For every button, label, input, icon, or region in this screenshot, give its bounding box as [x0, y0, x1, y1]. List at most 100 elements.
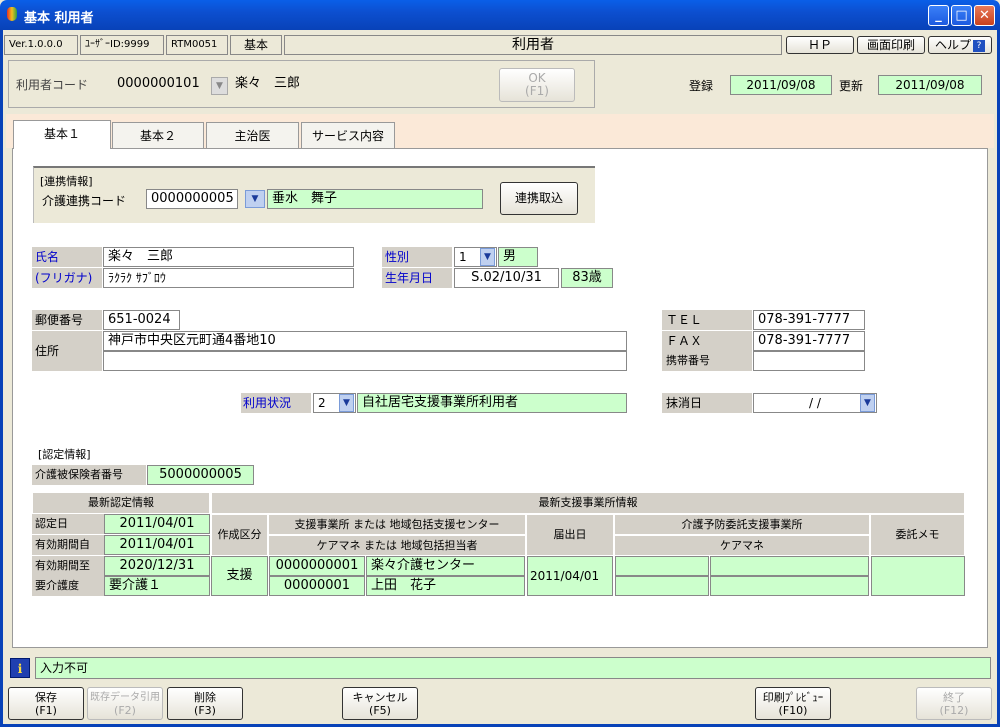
user-code-field[interactable]: 0000000101 — [113, 75, 209, 95]
user-name-field: 楽々 三郎 — [231, 75, 479, 95]
memo-label: 委託メモ — [870, 514, 965, 556]
valid-from: 2011/04/01 — [104, 535, 210, 555]
age-field: 83歳 — [561, 268, 613, 288]
print-preview-button[interactable]: 印刷ﾌﾟﾚﾋﾞｭｰ (F10) — [755, 687, 831, 720]
help-button[interactable]: ヘルプ? — [928, 36, 992, 54]
delete-button-label: 削除 — [194, 691, 216, 704]
birth-label: 生年月日 — [382, 268, 452, 288]
ok-button[interactable]: OK (F1) — [499, 68, 575, 102]
save-button-key: (F1) — [35, 704, 57, 717]
hp-button[interactable]: ＨＰ — [786, 36, 854, 54]
tel-field[interactable]: 078-391-7777 — [753, 310, 865, 330]
renkei-dropdown-icon[interactable]: ▼ — [245, 190, 265, 208]
yobo-office-code — [615, 556, 709, 576]
addr1-field[interactable]: 神戸市中央区元町通4番地10 — [103, 331, 627, 351]
save-button[interactable]: 保存 (F1) — [8, 687, 84, 720]
ok-key: (F1) — [525, 84, 549, 98]
renkei-group: [連携情報] 介護連携コード 0000000005 ▼ 垂水 舞子 連携取込 — [33, 166, 595, 223]
memo-value — [871, 556, 965, 596]
exit-button-key: (F12) — [939, 704, 969, 717]
office-code: 0000000001 — [269, 556, 365, 576]
renkei-import-button[interactable]: 連携取込 — [500, 182, 578, 215]
delete-button[interactable]: 削除 (F3) — [167, 687, 243, 720]
save-button-label: 保存 — [35, 691, 57, 704]
header-panel: 利用者コード 0000000101 ▼ 楽々 三郎 OK (F1) — [8, 60, 595, 108]
valid-to-label: 有効期間至 — [32, 556, 104, 576]
delete-date-dropdown-icon: ▼ — [860, 394, 875, 412]
info-icon: i — [10, 658, 30, 678]
kana-field[interactable]: ﾗｸﾗｸ ｻﾌﾞﾛｳ — [103, 268, 354, 288]
delete-date-label: 抹消日 — [662, 393, 752, 413]
care-level-label: 要介護度 — [32, 576, 104, 596]
zip-field[interactable]: 651-0024 — [103, 310, 180, 330]
info-bar: Ver.1.0.0.0 ﾕｰｻﾞｰID:9999 RTM0051 基本 利用者 … — [4, 33, 996, 57]
yobo-office-label: 介護予防委託支援事業所 — [614, 514, 870, 535]
renkei-code-label: 介護連携コード — [42, 194, 127, 208]
print-preview-button-key: (F10) — [778, 704, 808, 717]
status-select[interactable]: 2 ▼ — [313, 393, 356, 413]
addr2-field[interactable] — [103, 351, 627, 371]
sex-dropdown-icon: ▼ — [480, 248, 495, 266]
cancel-button[interactable]: キャンセル (F5) — [342, 687, 418, 720]
mobile-label: 携帯番号 — [662, 351, 752, 371]
filed-date: 2011/04/01 — [527, 556, 613, 596]
cancel-button-label: キャンセル — [352, 691, 408, 704]
help-icon: ? — [973, 39, 985, 52]
reg-date: 2011/09/08 — [730, 75, 832, 95]
caremgr-label: ケアマネ または 地域包括担当者 — [268, 535, 526, 556]
name-label: 氏名 — [32, 247, 102, 267]
status-label: 利用状況 — [241, 393, 311, 413]
renkei-name: 垂水 舞子 — [267, 189, 483, 209]
delete-date-value: / / — [809, 396, 821, 410]
birth-field[interactable]: S.02/10/31 — [454, 268, 559, 288]
sex-select[interactable]: 1 ▼ — [454, 247, 497, 267]
tab-kihon1[interactable]: 基本１ — [13, 120, 111, 149]
fax-label: ＦＡＸ — [662, 331, 752, 351]
cancel-button-key: (F5) — [369, 704, 391, 717]
delete-date-select[interactable]: / / ▼ — [753, 393, 877, 413]
caremgr-code: 00000001 — [269, 576, 365, 596]
zip-label: 郵便番号 — [32, 310, 102, 330]
sex-label: 性別 — [382, 247, 452, 267]
tab-shujii[interactable]: 主治医 — [206, 122, 299, 149]
minimize-button[interactable]: _ — [928, 5, 949, 26]
fax-field[interactable]: 078-391-7777 — [753, 331, 865, 351]
mobile-field[interactable] — [753, 351, 865, 371]
kana-label: (フリガナ) — [32, 268, 102, 288]
screen-code-field: RTM0051 — [166, 35, 228, 55]
close-button[interactable]: ✕ — [974, 5, 995, 26]
renkei-group-title: [連携情報] — [40, 175, 93, 188]
screen-print-button[interactable]: 画面印刷 — [857, 36, 925, 54]
latest-nintei-header: 最新認定情報 — [32, 492, 210, 514]
user-dropdown-icon[interactable]: ▼ — [211, 77, 228, 95]
title-bar: 基本 利用者 _ □ ✕ — [0, 0, 1000, 30]
tab-service[interactable]: サービス内容 — [301, 122, 395, 149]
reuse-data-button[interactable]: 既存データ引用 (F2) — [87, 687, 163, 720]
nintei-date: 2011/04/01 — [104, 514, 210, 534]
category-field: 基本 — [230, 35, 282, 55]
filed-date-label: 届出日 — [526, 514, 614, 556]
name-field[interactable]: 楽々 三郎 — [103, 247, 354, 267]
yobo-caremgr-name — [710, 576, 869, 596]
exit-button[interactable]: 終了 (F12) — [916, 687, 992, 720]
yobo-caremgr-label: ケアマネ — [614, 535, 870, 556]
care-level: 要介護１ — [104, 576, 210, 596]
reuse-data-button-key: (F2) — [114, 704, 136, 717]
yobo-caremgr-code — [615, 576, 709, 596]
sex-code: 1 — [459, 250, 467, 264]
tab-kihon2[interactable]: 基本２ — [112, 122, 204, 149]
user-code-label: 利用者コード — [13, 75, 105, 95]
office-name: 楽々介護センター — [366, 556, 525, 576]
window-title: 基本 利用者 — [24, 11, 94, 26]
kubun-label: 作成区分 — [211, 514, 268, 556]
maximize-button[interactable]: □ — [951, 5, 972, 26]
insured-no: 5000000005 — [147, 465, 254, 485]
exit-button-label: 終了 — [943, 691, 965, 704]
nintei-group-title: [認定情報] — [38, 448, 91, 461]
help-label: ヘルプ — [934, 38, 971, 52]
office-label: 支援事業所 または 地域包括支援センター — [268, 514, 526, 535]
version-field: Ver.1.0.0.0 — [4, 35, 78, 55]
sex-text: 男 — [498, 247, 538, 267]
app-icon — [7, 7, 17, 21]
renkei-code-field[interactable]: 0000000005 — [146, 189, 238, 209]
